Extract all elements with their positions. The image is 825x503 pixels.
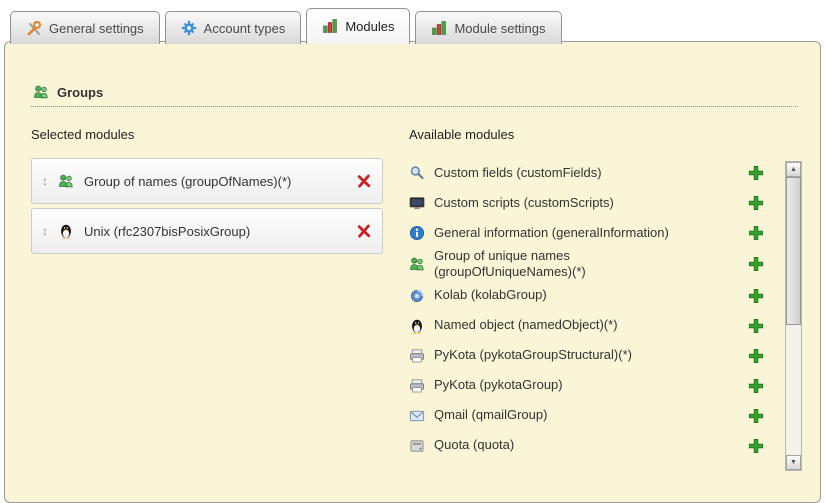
plus-icon <box>748 378 764 394</box>
wrench-icon <box>26 20 42 36</box>
available-module-label: Named object (namedObject)(*) <box>434 317 739 333</box>
magnifier-icon <box>409 165 425 181</box>
available-module-row: PyKota (pykotaGroup) <box>409 371 770 401</box>
available-modules-heading: Available modules <box>409 127 770 142</box>
remove-module-button[interactable] <box>356 223 372 239</box>
tab-module-settings[interactable]: Module settings <box>415 11 561 44</box>
available-module-label: PyKota (pykotaGroupStructural)(*) <box>434 347 739 363</box>
available-module-label: Kolab (kolabGroup) <box>434 287 739 303</box>
group-icon <box>33 84 49 100</box>
scroll-down-button[interactable]: ▼ <box>786 455 801 470</box>
group-icon <box>58 173 74 189</box>
add-module-button[interactable] <box>748 408 764 424</box>
screen-icon <box>409 195 425 211</box>
drag-handle-icon[interactable]: ↕ <box>42 225 48 237</box>
plus-icon <box>748 165 764 181</box>
plus-icon <box>748 225 764 241</box>
available-module-label: Group of unique names (groupOfUniqueName… <box>434 248 739 281</box>
available-module-label: Custom fields (customFields) <box>434 165 739 181</box>
add-module-button[interactable] <box>748 195 764 211</box>
add-module-button[interactable] <box>748 348 764 364</box>
delete-x-icon <box>356 223 372 239</box>
mail-icon <box>409 408 425 424</box>
plus-icon <box>748 318 764 334</box>
available-module-row: Custom fields (customFields) <box>409 158 770 188</box>
available-module-row: Quota (quota) <box>409 431 770 461</box>
tab-general-settings[interactable]: General settings <box>10 11 160 44</box>
available-module-row: Qmail (qmailGroup) <box>409 401 770 431</box>
printer-icon <box>409 348 425 364</box>
available-module-row: Custom scripts (customScripts) <box>409 188 770 218</box>
plus-icon <box>748 256 764 272</box>
selected-modules-column: Selected modules ↕ Group of names (group… <box>31 127 383 461</box>
selected-module-row[interactable]: ↕ Group of names (groupOfNames)(*) <box>31 158 383 204</box>
tab-modules[interactable]: Modules <box>306 8 410 44</box>
drag-handle-icon[interactable]: ↕ <box>42 175 48 187</box>
delete-x-icon <box>356 173 372 189</box>
modules-icon <box>322 18 338 34</box>
tab-bar: General settings Account types Modules M… <box>0 0 825 43</box>
available-module-row: General information (generalInformation) <box>409 218 770 248</box>
add-module-button[interactable] <box>748 378 764 394</box>
plus-icon <box>748 408 764 424</box>
printer-icon <box>409 378 425 394</box>
groups-section-heading: Groups <box>31 84 798 107</box>
add-module-button[interactable] <box>748 318 764 334</box>
add-module-button[interactable] <box>748 438 764 454</box>
gear-icon <box>181 20 197 36</box>
selected-modules-heading: Selected modules <box>31 127 383 142</box>
tab-label: Account types <box>204 21 286 36</box>
plus-icon <box>748 288 764 304</box>
available-module-row: Kolab (kolabGroup) <box>409 281 770 311</box>
tux-icon <box>58 223 74 239</box>
group-icon <box>409 256 425 272</box>
tab-label: Modules <box>345 19 394 34</box>
plus-icon <box>748 438 764 454</box>
scroll-up-button[interactable]: ▲ <box>786 162 801 177</box>
modules-icon <box>431 20 447 36</box>
available-module-row: Named object (namedObject)(*) <box>409 311 770 341</box>
available-module-row: PyKota (pykotaGroupStructural)(*) <box>409 341 770 371</box>
plus-icon <box>748 195 764 211</box>
info-icon <box>409 225 425 241</box>
modules-panel: Groups Selected modules ↕ Group of names… <box>4 41 821 503</box>
add-module-button[interactable] <box>748 165 764 181</box>
tab-label: Module settings <box>454 21 545 36</box>
scrollbar[interactable]: ▲ ▼ <box>785 161 802 471</box>
add-module-button[interactable] <box>748 256 764 272</box>
selected-module-label: Group of names (groupOfNames)(*) <box>84 174 346 189</box>
add-module-button[interactable] <box>748 225 764 241</box>
tux-icon <box>409 318 425 334</box>
available-module-row: Group of unique names (groupOfUniqueName… <box>409 248 770 281</box>
tab-account-types[interactable]: Account types <box>165 11 302 44</box>
quota-icon <box>409 438 425 454</box>
available-module-label: Quota (quota) <box>434 437 739 453</box>
section-title: Groups <box>57 85 103 100</box>
available-modules-column: Available modules Custom fields (customF… <box>409 127 802 461</box>
selected-module-row[interactable]: ↕ Unix (rfc2307bisPosixGroup) <box>31 208 383 254</box>
available-module-label: Qmail (qmailGroup) <box>434 407 739 423</box>
tab-label: General settings <box>49 21 144 36</box>
available-module-label: Custom scripts (customScripts) <box>434 195 739 211</box>
plus-icon <box>748 348 764 364</box>
available-module-label: PyKota (pykotaGroup) <box>434 377 739 393</box>
scrollbar-track[interactable] <box>786 325 801 455</box>
remove-module-button[interactable] <box>356 173 372 189</box>
available-module-label: General information (generalInformation) <box>434 225 739 241</box>
kolab-icon <box>409 288 425 304</box>
scrollbar-thumb[interactable] <box>786 177 801 325</box>
selected-module-label: Unix (rfc2307bisPosixGroup) <box>84 224 346 239</box>
lam-config-page: General settings Account types Modules M… <box>0 0 825 478</box>
add-module-button[interactable] <box>748 288 764 304</box>
